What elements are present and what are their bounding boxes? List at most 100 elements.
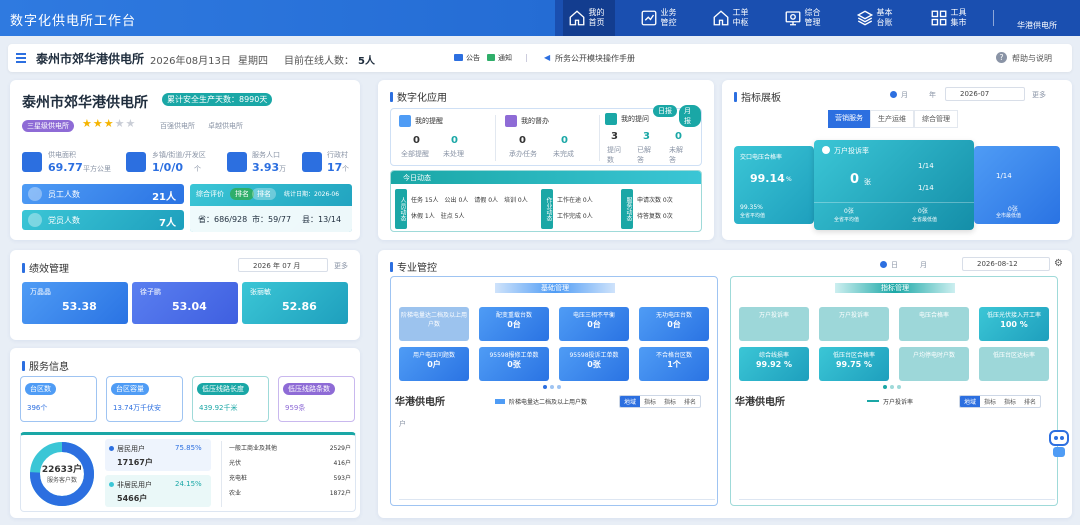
pager-dots[interactable]: [543, 385, 561, 389]
online-count: 5人: [358, 56, 375, 67]
notify-link[interactable]: 通知: [498, 53, 512, 63]
date-picker[interactable]: 2026-08-12: [962, 257, 1050, 271]
tab-rank[interactable]: 排名: [680, 396, 700, 407]
kpi-card[interactable]: 交口电压合格率 99.14 % 99.35% 全省平均值: [734, 146, 814, 224]
tab-region[interactable]: 地域: [960, 396, 981, 407]
metric-tile[interactable]: 电压合格率: [899, 307, 969, 341]
radio-on[interactable]: [890, 91, 897, 98]
label-excellent: 卓越供电所: [208, 122, 243, 130]
kpi-card-featured[interactable]: 万户投诉率 0 张 1/14 1/14 0张 全省平均值 0张 全省最低值: [814, 140, 974, 230]
tab-general[interactable]: 综合管理: [914, 110, 958, 128]
service-stat-value: 13.74万千伏安: [113, 404, 162, 412]
seg-month[interactable]: 月: [901, 90, 908, 100]
chart-legend: 阶梯电量达二档及以上用户数: [509, 399, 588, 406]
metric-tile[interactable]: 低压光伏接入开工率 100 %: [979, 307, 1049, 341]
more-link[interactable]: 更多: [1032, 90, 1046, 100]
service-stat-label: 台区数: [25, 383, 56, 395]
list-label: 一般工商业及其他: [229, 445, 278, 452]
chart-unit: 户: [399, 420, 406, 428]
metric-tile[interactable]: 户均停电时户数: [899, 347, 969, 381]
metric-tile[interactable]: 低压台区达标率: [979, 347, 1049, 381]
settings-icon[interactable]: ⚙: [1054, 258, 1063, 269]
help-link[interactable]: 帮助与说明: [1012, 53, 1052, 64]
nav-home[interactable]: 我的 首页: [563, 0, 615, 36]
today-dynamic-title: 今日动态: [391, 171, 701, 184]
pager-dots[interactable]: [883, 385, 901, 389]
tab-index[interactable]: 指标: [980, 396, 1000, 407]
work-items: 工作在途 0人 工作完成 0人: [557, 193, 617, 225]
service-stat[interactable]: 低压线路条数 959条: [278, 376, 355, 422]
stat-label: 行政村: [327, 151, 348, 159]
service-stat[interactable]: 台区容量 13.74万千伏安: [106, 376, 183, 422]
box-title[interactable]: 我的督办: [521, 116, 549, 126]
metric-tile[interactable]: 不合格台区数 1个: [639, 347, 709, 381]
nonresident-box: 非居民用户 24.15% 5466户: [105, 475, 211, 507]
evaluation-box[interactable]: 综合评价 排名 排名 统计日期：2026-06 省：686/928 市：59/7…: [190, 184, 352, 232]
metric-tile[interactable]: 配变重载台数 0台: [479, 307, 549, 341]
metric-tile[interactable]: 电压三相不平衡 0台: [559, 307, 629, 341]
kpi-card[interactable]: 1/14 0张 全市最低值: [974, 146, 1060, 224]
tab-index[interactable]: 指标: [1000, 396, 1020, 407]
metric-tile[interactable]: 综合线损率 99.92 %: [739, 347, 809, 381]
performance-month-picker[interactable]: 2026 年 07 月: [238, 258, 328, 272]
radio-on[interactable]: [880, 261, 887, 268]
nav-management[interactable]: 综合 管理: [779, 0, 831, 36]
month-picker[interactable]: 2026-07: [945, 87, 1025, 101]
nav-business[interactable]: 业务 管控: [635, 0, 687, 36]
seg-year[interactable]: 年: [929, 90, 936, 100]
divider: [814, 202, 974, 203]
professional-title: 专业管控: [390, 259, 437, 274]
marquee-text[interactable]: 所务公开模块操作手册: [555, 53, 635, 64]
tab-index[interactable]: 指标: [640, 396, 660, 407]
performance-item[interactable]: 徐子鹏 53.04: [132, 282, 238, 324]
kpi-sub-label: 全省最低值: [912, 217, 938, 223]
nav-tools[interactable]: 工具 集市: [925, 0, 977, 36]
tab-production[interactable]: 生产运维: [870, 110, 914, 128]
daily-report-tag[interactable]: 日报: [653, 105, 677, 117]
dyn-item: 请假 0人: [474, 197, 499, 204]
performance-item[interactable]: 万晶晶 53.38: [22, 282, 128, 324]
menu-icon[interactable]: [16, 53, 26, 63]
metric-tile[interactable]: 用户电压问题数 0户: [399, 347, 469, 381]
seg-month[interactable]: 月: [920, 260, 927, 270]
dyn-item: 培训 0人: [504, 197, 528, 204]
notice-link[interactable]: 公告: [466, 53, 480, 63]
metric-tile[interactable]: 低压台区合格率 99.75 %: [819, 347, 889, 381]
list-item: 一般工商业及其他 2529户: [229, 441, 351, 456]
assistant-robot-icon[interactable]: [1046, 430, 1072, 460]
performance-more[interactable]: 更多: [334, 261, 348, 271]
dyn-item: 任务 15人: [411, 197, 439, 204]
nav-ledger[interactable]: 基本 台账: [851, 0, 903, 36]
perf-score: 52.86: [282, 300, 317, 313]
seg-day[interactable]: 日: [891, 260, 898, 270]
metric-tile[interactable]: 无功电压台数 0台: [639, 307, 709, 341]
service-stat-value: 439.92千米: [199, 404, 238, 412]
tab-marketing[interactable]: 营销服务: [828, 110, 870, 128]
party-count-bar[interactable]: 党员人数 7人: [22, 210, 184, 230]
metric-tile[interactable]: 万户投诉率: [819, 307, 889, 341]
metric-tile[interactable]: 万户投诉率: [739, 307, 809, 341]
performance-item[interactable]: 张丽敏 52.86: [242, 282, 348, 324]
kpi-sub: 99.35%: [740, 204, 763, 211]
list-item: 光伏 416户: [229, 456, 351, 471]
user-name[interactable]: 华港供电所: [1017, 20, 1057, 31]
box-title[interactable]: 我的提醒: [415, 116, 443, 126]
metric-tile[interactable]: 阶梯电量达二档及以上用户数: [399, 307, 469, 341]
box-title[interactable]: 我的提问: [621, 114, 649, 124]
monthly-report-tag[interactable]: 月报: [679, 105, 701, 127]
tab-index[interactable]: 指标: [660, 396, 680, 407]
metric-tile[interactable]: 95598投诉工单数 0张: [559, 347, 629, 381]
tab-rank[interactable]: 排名: [1020, 396, 1040, 407]
chart-legend: 万户投诉率: [883, 399, 914, 406]
basic-management-panel: 基础管理 阶梯电量达二档及以上用户数 配变重载台数 0台 电压三相不平衡 0台 无功…: [390, 276, 718, 506]
eval-badge: 排名: [230, 188, 254, 200]
service-stat[interactable]: 低压线路长度 439.92千米: [192, 376, 269, 422]
tile-label: 95598报修工单数: [489, 352, 539, 359]
service-stat[interactable]: 台区数 396个: [20, 376, 97, 422]
list-item: 农业 1872户: [229, 486, 351, 501]
tab-region[interactable]: 地域: [620, 396, 641, 407]
nav-workorder[interactable]: 工单 中枢: [707, 0, 759, 36]
metric-tile[interactable]: 95598报修工单数 0张: [479, 347, 549, 381]
stat-label: 供电面积: [48, 151, 76, 159]
staff-count-bar[interactable]: 员工人数 21人: [22, 184, 184, 204]
